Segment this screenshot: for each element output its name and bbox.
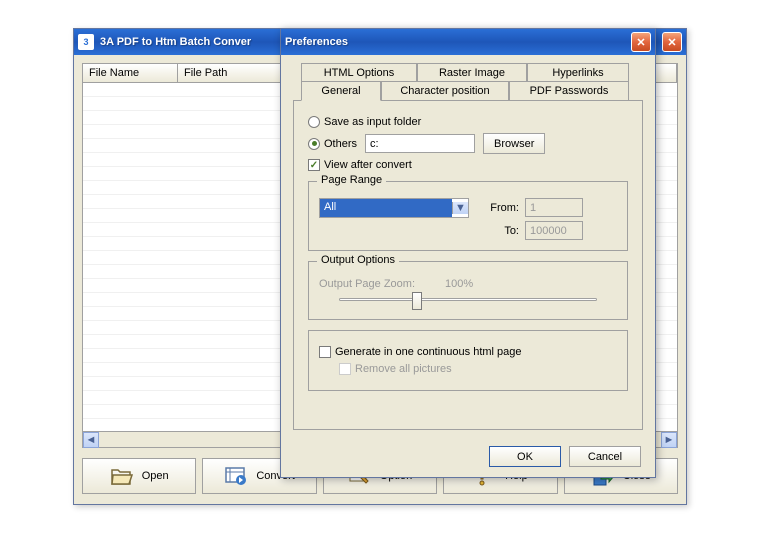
radio-others[interactable] — [308, 138, 320, 150]
close-icon[interactable]: ✕ — [631, 32, 651, 52]
output-legend: Output Options — [317, 254, 399, 266]
pref-dialog-buttons: OK Cancel — [489, 446, 641, 467]
tab-hyperlinks[interactable]: Hyperlinks — [527, 63, 629, 82]
radio-save-as-input[interactable] — [308, 116, 320, 128]
page-range-value: All — [320, 199, 452, 217]
tab-panel-general: Save as input folder Others Browser View… — [293, 100, 643, 430]
view-after-label: View after convert — [324, 159, 412, 171]
from-label: From: — [485, 202, 519, 214]
remove-pics-label: Remove all pictures — [355, 363, 452, 375]
folder-open-icon — [110, 464, 134, 488]
zoom-slider[interactable] — [339, 298, 597, 301]
group-output-options: Output Options Output Page Zoom: 100% — [308, 261, 628, 320]
tab-row-bottom: General Character position PDF Passwords — [301, 81, 643, 100]
close-icon[interactable]: ✕ — [662, 32, 682, 52]
to-label: To: — [485, 225, 519, 237]
pref-body: HTML Options Raster Image Hyperlinks Gen… — [281, 55, 655, 437]
save-as-input-label: Save as input folder — [324, 116, 421, 128]
page-range-select[interactable]: All ▼ — [319, 198, 469, 218]
from-input[interactable] — [525, 198, 583, 217]
col-file-name[interactable]: File Name — [83, 64, 178, 82]
browser-button[interactable]: Browser — [483, 133, 545, 154]
to-input[interactable] — [525, 221, 583, 240]
pref-title: Preferences — [285, 36, 631, 48]
tab-row-top: HTML Options Raster Image Hyperlinks — [301, 63, 643, 82]
tab-character-position[interactable]: Character position — [381, 81, 509, 100]
tab-html-options[interactable]: HTML Options — [301, 63, 417, 82]
convert-icon — [224, 464, 248, 488]
page-range-legend: Page Range — [317, 174, 386, 186]
check-continuous[interactable] — [319, 346, 331, 358]
chevron-down-icon: ▼ — [452, 202, 468, 214]
zoom-label: Output Page Zoom: — [319, 278, 415, 290]
check-remove-pictures — [339, 363, 351, 375]
ok-button[interactable]: OK — [489, 446, 561, 467]
app-icon: 3 — [78, 34, 94, 50]
scroll-right-icon[interactable]: ► — [661, 432, 677, 448]
others-label: Others — [324, 138, 357, 150]
check-view-after[interactable] — [308, 159, 320, 171]
open-label: Open — [142, 470, 169, 482]
tab-general[interactable]: General — [301, 81, 381, 101]
cancel-button[interactable]: Cancel — [569, 446, 641, 467]
open-button[interactable]: Open — [82, 458, 196, 494]
others-path-input[interactable] — [365, 134, 475, 153]
tab-pdf-passwords[interactable]: PDF Passwords — [509, 81, 629, 100]
group-page-range: Page Range All ▼ From: To: — [308, 181, 628, 251]
zoom-value: 100% — [445, 278, 473, 290]
continuous-label: Generate in one continuous html page — [335, 346, 522, 358]
tab-raster-image[interactable]: Raster Image — [417, 63, 527, 82]
pref-titlebar[interactable]: Preferences ✕ — [281, 29, 655, 55]
group-continuous: Generate in one continuous html page Rem… — [308, 330, 628, 391]
slider-thumb[interactable] — [412, 292, 422, 310]
preferences-dialog: Preferences ✕ HTML Options Raster Image … — [280, 28, 656, 478]
scroll-left-icon[interactable]: ◄ — [83, 432, 99, 448]
